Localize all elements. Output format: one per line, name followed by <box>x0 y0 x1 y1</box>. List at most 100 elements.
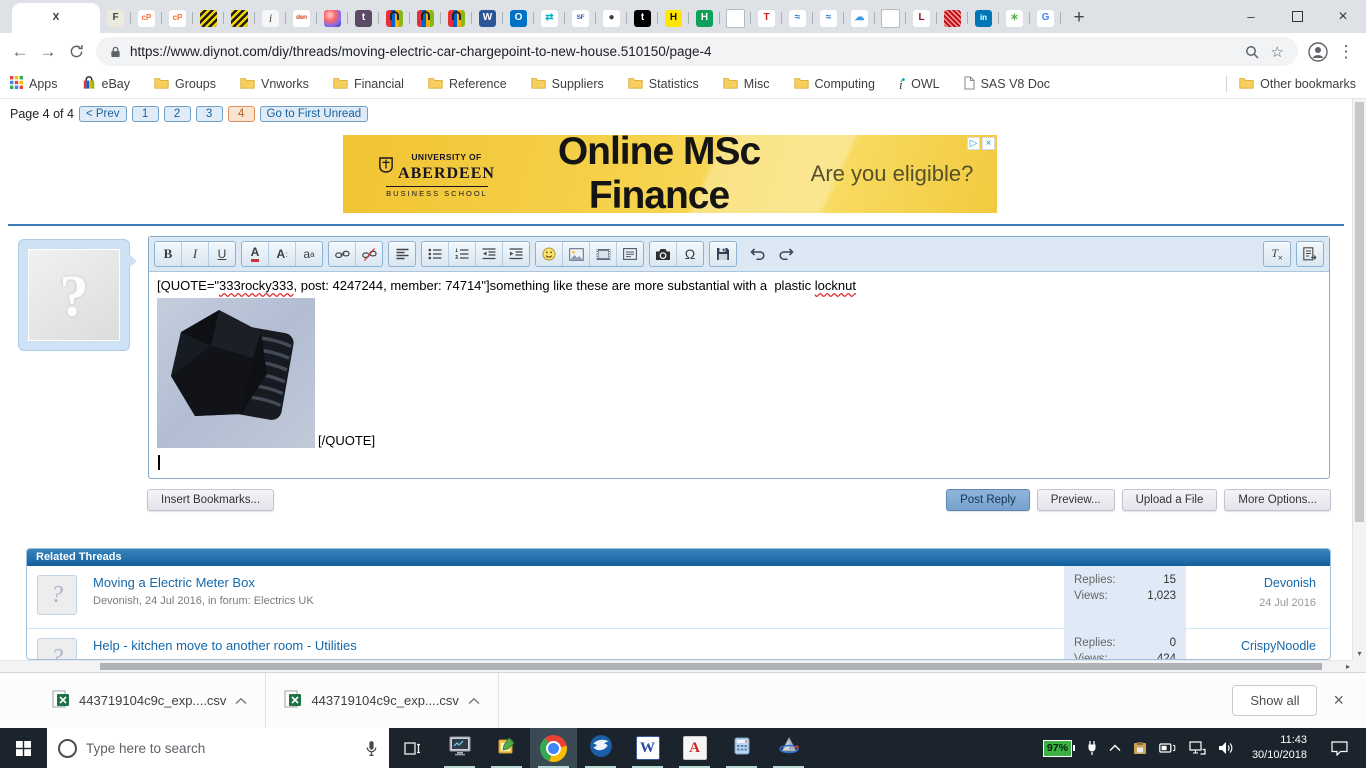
page-number-button[interactable]: 1 <box>132 106 159 122</box>
close-button[interactable]: × <box>1320 0 1366 33</box>
bookmark-item[interactable]: Reference <box>428 77 507 92</box>
browser-tab[interactable]: ● <box>596 3 627 33</box>
browser-tab[interactable]: F <box>100 3 131 33</box>
source-icon[interactable] <box>1297 242 1323 266</box>
editor-content[interactable]: [QUOTE="333rocky333, post: 4247244, memb… <box>149 272 1329 478</box>
taskbar-app[interactable] <box>436 728 483 768</box>
browser-tab[interactable] <box>193 3 224 33</box>
bookmark-item[interactable]: eBay <box>82 76 131 93</box>
network-icon[interactable] <box>1189 741 1206 755</box>
adchoices-icon[interactable]: ▷ <box>967 137 980 150</box>
browser-tab[interactable]: SF <box>565 3 596 33</box>
taskbar-clock[interactable]: 11:43 30/10/2018 <box>1252 733 1307 763</box>
bookmark-item[interactable]: Groups <box>154 77 216 92</box>
insert-bookmarks-button[interactable]: Insert Bookmarks... <box>147 489 274 511</box>
taskbar-app[interactable]: W <box>624 728 671 768</box>
thread-user-link[interactable]: CrispyNoodle <box>1241 639 1316 653</box>
other-bookmarks[interactable]: Other bookmarks <box>1239 77 1356 92</box>
italic-icon[interactable]: I <box>182 242 209 266</box>
volume-icon[interactable] <box>1218 741 1234 755</box>
browser-tab[interactable]: t <box>348 3 379 33</box>
current-page-button[interactable]: 4 <box>228 106 255 122</box>
thread-title-link[interactable]: Help - kitchen move to another room - Ut… <box>93 638 357 653</box>
browser-tab[interactable]: den <box>286 3 317 33</box>
underline-icon[interactable]: U <box>209 242 235 266</box>
active-tab[interactable]: X <box>12 3 100 33</box>
image-icon[interactable] <box>563 242 590 266</box>
page-number-button[interactable]: 3 <box>196 106 223 122</box>
power-icon[interactable] <box>1159 742 1177 754</box>
thread-avatar[interactable]: ? <box>37 575 77 615</box>
browser-tab[interactable] <box>937 3 968 33</box>
bookmark-item[interactable]: Apps <box>10 76 58 92</box>
battery-indicator[interactable]: 97% <box>1043 740 1075 757</box>
browser-tab[interactable]: W <box>472 3 503 33</box>
browser-tab[interactable] <box>317 3 348 33</box>
indent-icon[interactable] <box>503 242 529 266</box>
undo-icon[interactable] <box>745 242 771 266</box>
upload-file-button[interactable]: Upload a File <box>1122 489 1218 511</box>
browser-tab[interactable]: H <box>658 3 689 33</box>
search-zoom-icon[interactable] <box>1245 45 1259 59</box>
browser-tab[interactable]: ≈ <box>813 3 844 33</box>
bookmark-item[interactable]: Misc <box>723 77 770 92</box>
browser-tab[interactable]: ☁ <box>844 3 875 33</box>
browser-tab[interactable]: cP <box>131 3 162 33</box>
bookmark-item[interactable]: Computing <box>794 77 875 92</box>
microphone-icon[interactable] <box>365 740 378 757</box>
download-item[interactable]: 443719104c9c_exp....csv <box>34 673 266 728</box>
thread-title-link[interactable]: Moving a Electric Meter Box <box>93 575 255 590</box>
browser-tab[interactable] <box>410 3 441 33</box>
bookmark-item[interactable]: i• OWL <box>899 75 940 93</box>
link-icon[interactable] <box>329 242 356 266</box>
post-reply-button[interactable]: Post Reply <box>946 489 1030 511</box>
bookmark-item[interactable]: Financial <box>333 77 404 92</box>
vertical-scrollbar[interactable]: ▾ <box>1352 99 1366 660</box>
horizontal-scrollbar[interactable]: ▸ <box>0 660 1352 672</box>
browser-tab[interactable]: in <box>968 3 999 33</box>
taskbar-app[interactable] <box>530 728 577 768</box>
browser-tab[interactable]: cP <box>162 3 193 33</box>
reload-button[interactable] <box>62 38 90 66</box>
chevron-up-icon[interactable] <box>235 693 247 708</box>
browser-tab[interactable]: ≈ <box>782 3 813 33</box>
browser-tab[interactable] <box>379 3 410 33</box>
font-family-icon[interactable]: aa <box>296 242 322 266</box>
taskbar-app[interactable] <box>483 728 530 768</box>
browser-tab[interactable]: ⇄ <box>534 3 565 33</box>
ad-banner[interactable]: UNIVERSITY OF ABERDEEN BUSINESS SCHOOL O… <box>343 135 997 213</box>
chevron-up-icon[interactable] <box>468 693 480 708</box>
browser-tab[interactable]: G <box>1030 3 1061 33</box>
horizontal-scrollbar-thumb[interactable] <box>100 663 1322 670</box>
omega-icon[interactable]: Ω <box>677 242 703 266</box>
camera-icon[interactable] <box>650 242 677 266</box>
bookmark-item[interactable]: Vnworks <box>240 77 309 92</box>
chevron-up-icon[interactable] <box>1109 744 1121 752</box>
browser-tab[interactable] <box>441 3 472 33</box>
profile-avatar-icon[interactable] <box>1304 38 1332 66</box>
font-size-icon[interactable]: A: <box>269 242 296 266</box>
browser-tab[interactable] <box>224 3 255 33</box>
prev-page-button[interactable]: < Prev <box>79 106 127 122</box>
unlink-icon[interactable] <box>356 242 382 266</box>
outdent-icon[interactable] <box>476 242 503 266</box>
bookmark-item[interactable]: Suppliers <box>531 77 604 92</box>
task-view-button[interactable] <box>389 728 436 768</box>
browser-tab[interactable]: ∗ <box>999 3 1030 33</box>
first-unread-button[interactable]: Go to First Unread <box>260 106 369 122</box>
thread-avatar[interactable]: ? <box>37 638 77 660</box>
ordered-list-icon[interactable] <box>449 242 476 266</box>
taskbar-app[interactable] <box>765 728 812 768</box>
media-icon[interactable] <box>590 242 617 266</box>
start-button[interactable] <box>0 728 47 768</box>
bookmark-item[interactable]: Statistics <box>628 77 699 92</box>
bold-icon[interactable]: B <box>155 242 182 266</box>
action-center-icon[interactable] <box>1331 741 1348 756</box>
browser-tab[interactable]: O <box>503 3 534 33</box>
download-item[interactable]: 443719104c9c_exp....csv <box>266 673 498 728</box>
forward-button[interactable]: → <box>34 38 62 66</box>
plug-icon[interactable] <box>1087 740 1097 756</box>
browser-tab[interactable]: L <box>906 3 937 33</box>
text-color-icon[interactable]: A <box>242 242 269 266</box>
smilies-icon[interactable] <box>536 242 563 266</box>
